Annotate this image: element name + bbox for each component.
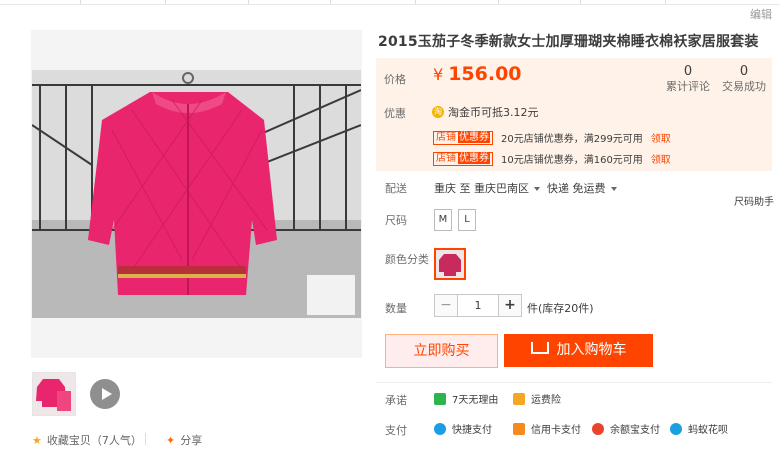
coupon-tag: 店铺 优惠券 [433, 151, 493, 166]
quantity-label: 数量 [385, 302, 407, 315]
promise-label: 承诺 [385, 394, 407, 407]
product-title: 2015玉茄子冬季新款女士加厚珊瑚夹棉睡衣棉袄家居服套装 [378, 34, 759, 50]
thumbnail-image[interactable] [32, 372, 76, 416]
promo-label: 优惠 [384, 107, 406, 120]
edit-link[interactable]: 编辑 [750, 6, 772, 22]
play-video-icon[interactable] [90, 379, 120, 409]
quantity-stepper: − 1 + [434, 294, 522, 317]
color-label: 颜色分类 [385, 253, 429, 266]
shipping-label: 配送 [385, 182, 407, 195]
color-swatch[interactable] [434, 248, 466, 280]
huabei-icon [670, 422, 682, 435]
share-label: 分享 [180, 434, 203, 447]
shipping-method-select[interactable]: 快递 免运费 [547, 180, 617, 196]
share-icon: ✦ [166, 433, 176, 447]
decrease-button[interactable]: − [434, 294, 458, 317]
buy-now-button[interactable]: 立即购买 [385, 334, 498, 368]
add-to-cart-button[interactable]: 加入购物车 [504, 334, 653, 367]
cart-icon [530, 342, 549, 354]
credit-card-icon [513, 422, 525, 435]
price-panel: 价格 ¥156.00 0 累计评论 0 交易成功 优惠 淘 淘金币可抵3.12元 店… [376, 58, 772, 171]
product-main-image[interactable] [32, 70, 361, 318]
shipping-insurance-icon [513, 392, 525, 405]
divider [376, 382, 772, 383]
promise-shipping-insurance[interactable]: 运费险 [513, 391, 561, 406]
claim-coupon-link[interactable]: 领取 [651, 151, 671, 166]
coupon-text: 20元店铺优惠券，满299元可用 [501, 134, 643, 145]
size-option-l[interactable]: L [458, 209, 476, 231]
coupon-text: 10元店铺优惠券，满160元可用 [501, 155, 643, 166]
claim-coupon-link[interactable]: 领取 [651, 130, 671, 145]
payment-huabei[interactable]: 蚂蚁花呗 [670, 421, 728, 436]
increase-button[interactable]: + [498, 294, 522, 317]
favorite-button[interactable]: ★ 收藏宝贝（7人气） [32, 432, 142, 448]
chevron-down-icon [610, 187, 617, 191]
share-button[interactable]: ✦ 分享 [166, 432, 202, 448]
coupon-tag: 店铺 优惠券 [433, 130, 493, 145]
favorite-label: 收藏宝贝（7人气） [46, 434, 142, 447]
coupon-row: 店铺 优惠券 10元店铺优惠券，满160元可用 领取 [433, 151, 671, 166]
stock-info: 件(库存20件) [527, 302, 594, 315]
taojinbi-icon: 淘 [432, 106, 444, 118]
price-label: 价格 [384, 73, 406, 86]
size-helper-link[interactable]: 尺码助手 [734, 193, 774, 208]
payment-credit-card[interactable]: 信用卡支付 [513, 421, 581, 436]
chevron-down-icon [534, 187, 540, 191]
seven-day-return-icon [434, 392, 446, 405]
size-option-m[interactable]: M [434, 209, 452, 231]
shipping-from: 重庆 至 [434, 182, 471, 195]
yuebao-icon [592, 422, 604, 435]
divider [145, 433, 146, 445]
coin-offer: 淘 淘金币可抵3.12元 [432, 104, 539, 120]
payment-yuebao[interactable]: 余额宝支付 [592, 421, 660, 436]
size-label: 尺码 [385, 214, 407, 227]
star-icon: ★ [32, 433, 42, 447]
promise-7day[interactable]: 7天无理由 [434, 391, 498, 406]
trades-stat: 0 交易成功 [722, 64, 766, 93]
coin-offer-text: 淘金币可抵3.12元 [448, 106, 539, 119]
payment-label: 支付 [385, 424, 407, 437]
reviews-stat[interactable]: 0 累计评论 [666, 64, 710, 94]
price-value: ¥156.00 [433, 63, 522, 85]
quantity-input[interactable]: 1 [458, 294, 498, 317]
quick-pay-icon [434, 422, 446, 435]
payment-quick[interactable]: 快捷支付 [434, 421, 492, 436]
shipping-destination-select[interactable]: 重庆巴南区 [474, 180, 540, 196]
top-divider [0, 0, 780, 5]
coupon-row: 店铺 优惠券 20元店铺优惠券，满299元可用 领取 [433, 130, 671, 145]
